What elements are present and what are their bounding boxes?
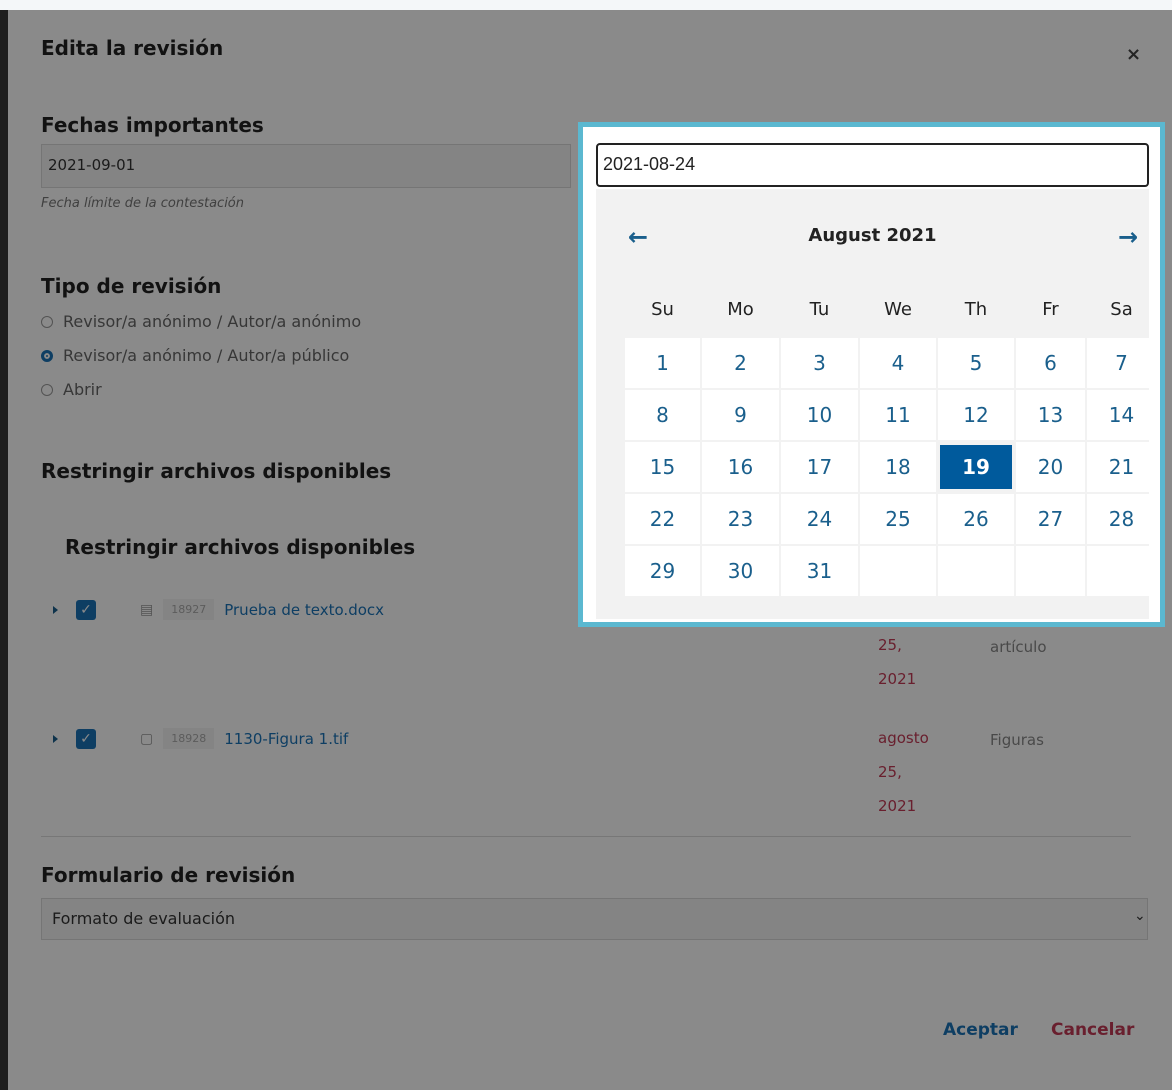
weekday-label: Th bbox=[964, 299, 988, 320]
datepicker-day-grid: 1 2 3 4 5 6 7 8 9 10 11 12 13 14 15 16 17 18 19 20 21 22 23 24 2… bbox=[624, 337, 1156, 597]
weekday-label: Mo bbox=[727, 299, 754, 320]
calendar-day[interactable]: 17 bbox=[781, 442, 858, 492]
calendar-day[interactable]: 5 bbox=[938, 338, 1014, 388]
calendar-day-empty bbox=[1016, 546, 1085, 596]
calendar-day[interactable]: 4 bbox=[860, 338, 936, 388]
calendar-day[interactable]: 15 bbox=[625, 442, 700, 492]
datepicker-month-label: August 2021 bbox=[808, 225, 937, 246]
calendar-day[interactable]: 6 bbox=[1016, 338, 1085, 388]
review-deadline-input[interactable]: 2021-08-24 bbox=[596, 143, 1149, 187]
calendar-day[interactable]: 22 bbox=[625, 494, 700, 544]
calendar-day[interactable]: 23 bbox=[702, 494, 779, 544]
calendar-day[interactable]: 1 bbox=[625, 338, 700, 388]
calendar-day[interactable]: 9 bbox=[702, 390, 779, 440]
calendar-day[interactable]: 24 bbox=[781, 494, 858, 544]
calendar-day[interactable]: 14 bbox=[1087, 390, 1156, 440]
calendar-day[interactable]: 10 bbox=[781, 390, 858, 440]
calendar-day-empty bbox=[1087, 546, 1156, 596]
calendar-day[interactable]: 26 bbox=[938, 494, 1014, 544]
calendar-day[interactable]: 18 bbox=[860, 442, 936, 492]
calendar-day[interactable]: 7 bbox=[1087, 338, 1156, 388]
calendar-day[interactable]: 11 bbox=[860, 390, 936, 440]
calendar-day[interactable]: 16 bbox=[702, 442, 779, 492]
weekday-label: Fr bbox=[1042, 299, 1059, 320]
calendar-day[interactable]: 30 bbox=[702, 546, 779, 596]
calendar-day-empty bbox=[860, 546, 936, 596]
calendar-day[interactable]: 2 bbox=[702, 338, 779, 388]
calendar-day[interactable]: 25 bbox=[860, 494, 936, 544]
calendar-day[interactable]: 21 bbox=[1087, 442, 1156, 492]
calendar-day[interactable]: 29 bbox=[625, 546, 700, 596]
calendar-day[interactable]: 8 bbox=[625, 390, 700, 440]
calendar-day[interactable]: 31 bbox=[781, 546, 858, 596]
weekday-label: Su bbox=[651, 299, 674, 320]
calendar-day[interactable]: 12 bbox=[938, 390, 1014, 440]
calendar-day[interactable]: 27 bbox=[1016, 494, 1085, 544]
arrow-right-icon[interactable]: → bbox=[1118, 223, 1138, 251]
calendar-day[interactable]: 13 bbox=[1016, 390, 1085, 440]
calendar-day-selected[interactable]: 19 bbox=[940, 445, 1012, 489]
weekday-label: Tu bbox=[809, 299, 830, 320]
weekday-label: Sa bbox=[1110, 299, 1133, 320]
datepicker-weekday-header: Su Mo Tu We Th Fr Sa bbox=[624, 299, 1152, 320]
calendar-day[interactable]: 3 bbox=[781, 338, 858, 388]
calendar-day[interactable]: 20 bbox=[1016, 442, 1085, 492]
calendar-day-empty bbox=[938, 546, 1014, 596]
page-background-strip bbox=[0, 0, 1172, 10]
datepicker-highlight-frame: 2021-08-24 ← August 2021 → Su Mo Tu We Th Fr S… bbox=[578, 122, 1165, 627]
weekday-label: We bbox=[884, 299, 912, 320]
datepicker-calendar: ← August 2021 → Su Mo Tu We Th Fr Sa 123456789… bbox=[596, 189, 1156, 619]
calendar-day[interactable]: 28 bbox=[1087, 494, 1156, 544]
